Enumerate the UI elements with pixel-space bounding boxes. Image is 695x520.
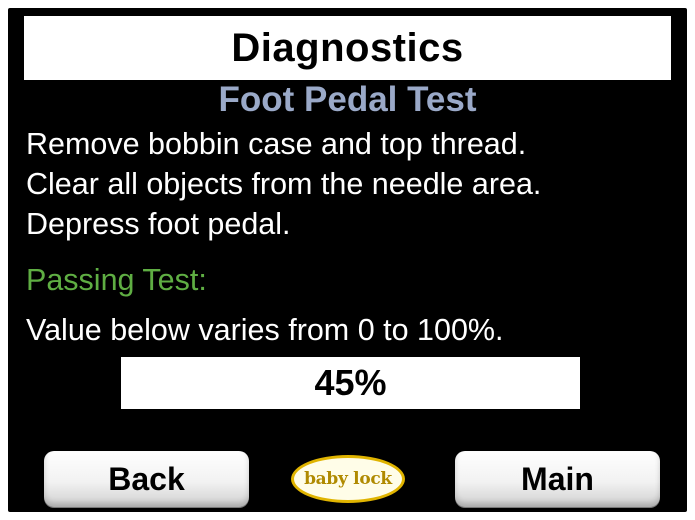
main-button[interactable]: Main xyxy=(455,451,660,507)
page-title: Diagnostics xyxy=(231,25,464,70)
back-button[interactable]: Back xyxy=(44,451,249,507)
title-bar: Diagnostics xyxy=(24,16,671,80)
logo-text: baby lock xyxy=(304,469,392,489)
instructions: Remove bobbin case and top thread. Clear… xyxy=(26,124,541,244)
instruction-line: Depress foot pedal. xyxy=(26,207,291,241)
passing-test-description: Value below varies from 0 to 100%. xyxy=(26,313,504,347)
diagnostics-screen: Diagnostics Foot Pedal Test Remove bobbi… xyxy=(8,8,687,512)
test-subtitle: Foot Pedal Test xyxy=(218,80,477,119)
pedal-value: 45% xyxy=(314,362,387,403)
instruction-line: Clear all objects from the needle area. xyxy=(26,167,542,201)
baby-lock-logo: baby lock xyxy=(291,455,405,503)
pedal-value-display: 45% xyxy=(121,357,580,409)
passing-test-label: Passing Test: xyxy=(26,263,207,297)
instruction-line: Remove bobbin case and top thread. xyxy=(26,127,527,161)
